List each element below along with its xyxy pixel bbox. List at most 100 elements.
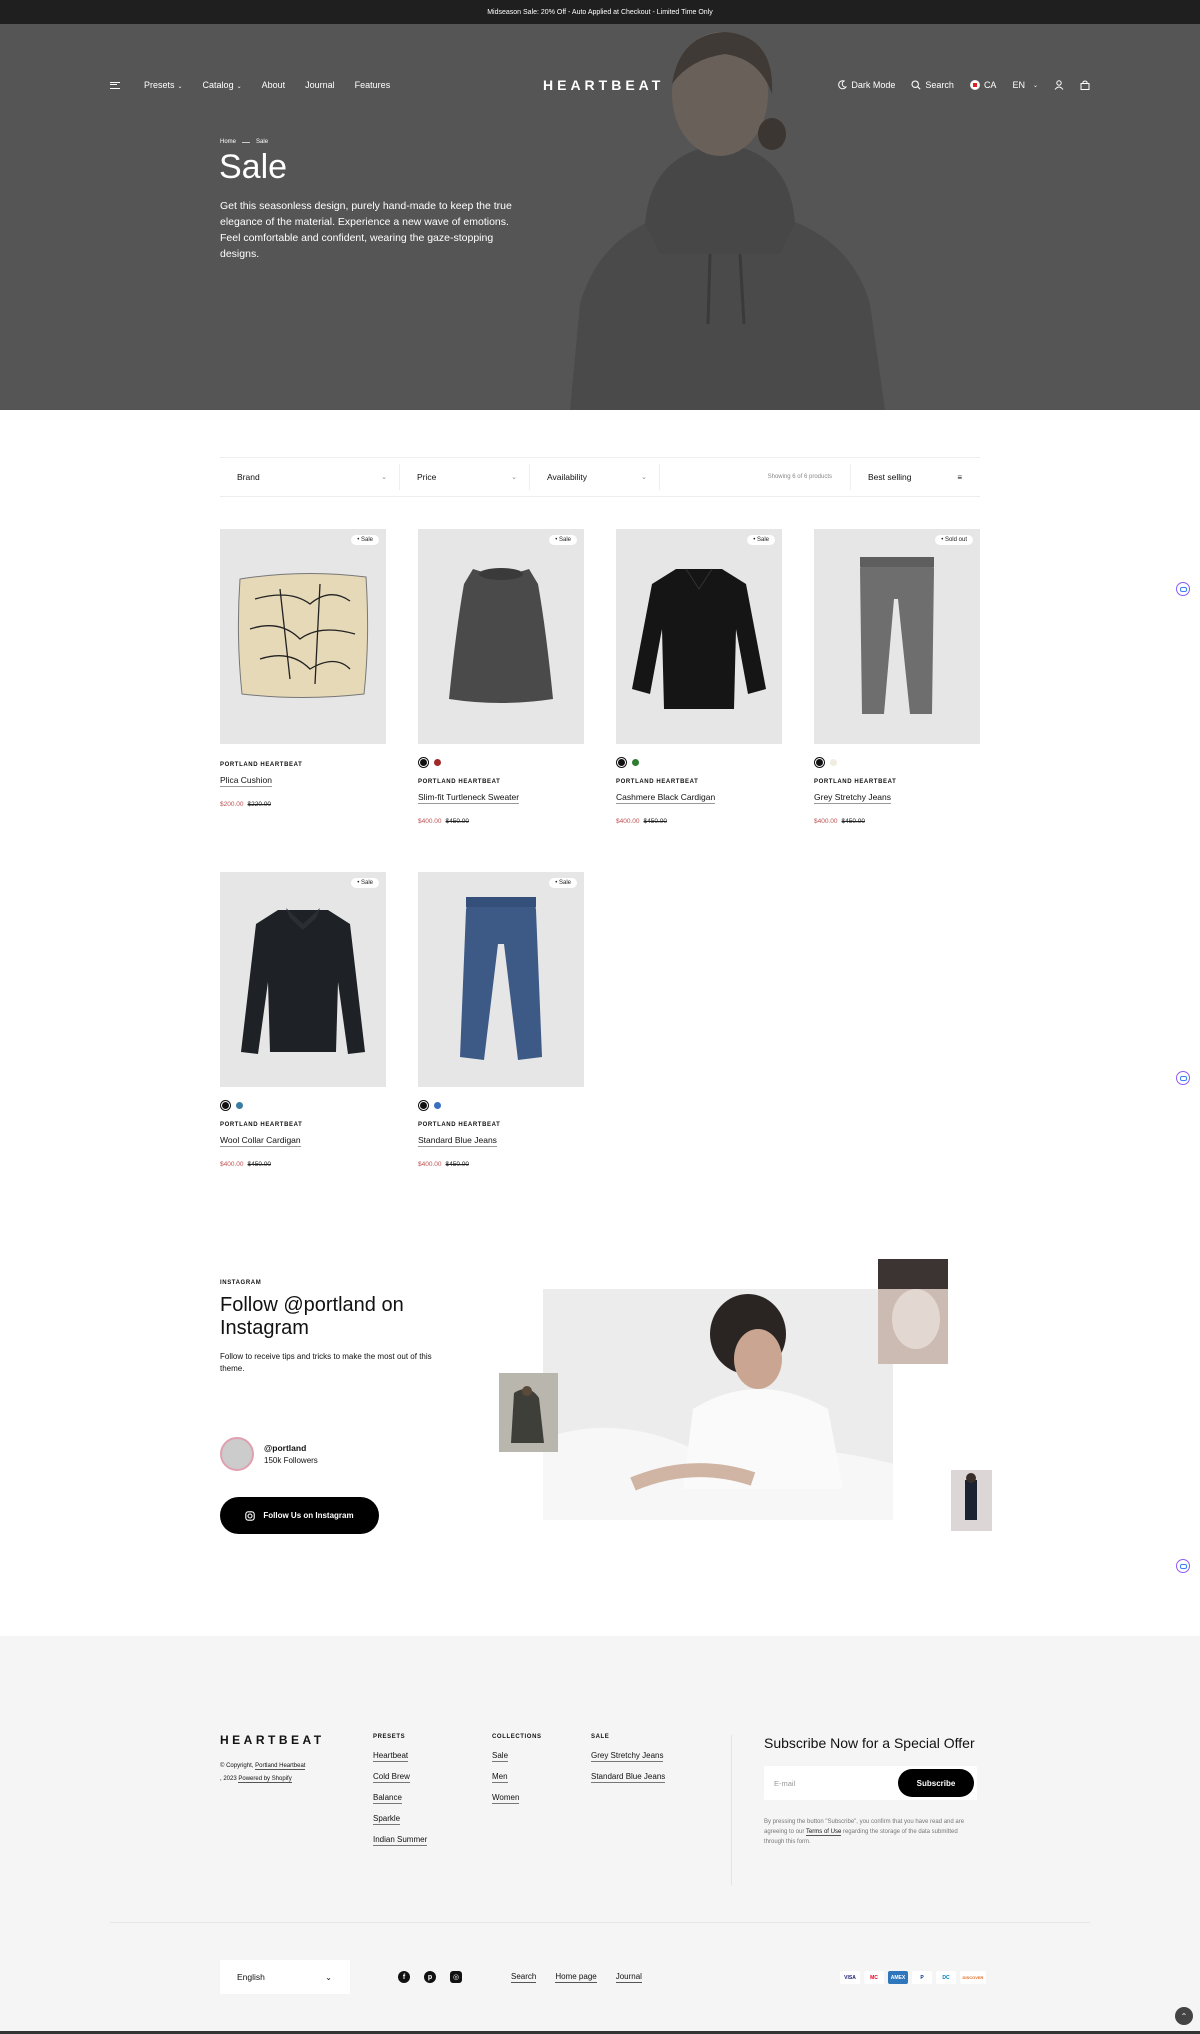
breadcrumb-home[interactable]: Home [220,139,236,145]
hero-banner: Presets ⌄ Catalog ⌄ About Journal Features… [0,24,1200,410]
product-image[interactable]: • Sale [220,529,386,744]
nav-presets[interactable]: Presets ⌄ [144,80,183,90]
powered-by-link[interactable]: Powered by Shopify [238,1776,292,1783]
instagram-profile[interactable]: @portland 150k Followers [220,1437,318,1471]
footer-link[interactable]: Indian Summer [373,1835,428,1846]
product-image[interactable]: • Sale [220,872,386,1087]
color-swatch[interactable] [434,759,441,766]
nav-about[interactable]: About [262,80,286,90]
sold-out-badge: • Sold out [935,535,973,545]
product-title[interactable]: Grey Stretchy Jeans [814,792,892,804]
facebook-icon[interactable]: f [398,1971,410,1983]
product-card[interactable]: • Sale PORTLAND HEARTBEAT Standard Blue … [418,872,584,1168]
mastercard-icon: MC [864,1971,884,1984]
menu-icon[interactable] [110,81,120,89]
product-title[interactable]: Cashmere Black Cardigan [616,792,716,804]
product-image[interactable]: • Sale [418,872,584,1087]
color-swatch-selected[interactable] [220,1100,231,1111]
product-title[interactable]: Wool Collar Cardigan [220,1135,301,1147]
nav-journal[interactable]: Journal [305,80,335,90]
color-swatch[interactable] [236,1102,243,1109]
product-title[interactable]: Plica Cushion [220,775,272,787]
accessibility-widget-icon[interactable] [1176,1559,1190,1573]
color-swatch-selected[interactable] [814,757,825,768]
product-image[interactable]: • Sold out [814,529,980,744]
hero-description: Get this seasonless design, purely hand-… [220,200,512,260]
product-count: Showing 6 of 6 products [767,474,832,480]
subscribe-button[interactable]: Subscribe [898,1769,974,1797]
paypal-icon: P [912,1971,932,1984]
color-swatch-selected[interactable] [418,757,429,768]
instagram-post-bottom-right[interactable] [951,1470,992,1531]
product-price: $200.00 $220.00 [220,801,386,808]
color-swatches [616,757,782,768]
copyright-link[interactable]: Portland Heartbeat [255,1763,306,1770]
dark-mode-toggle[interactable]: Dark Mode [837,80,895,90]
terms-link[interactable]: Terms of Use [805,1829,842,1836]
instagram-post-top-right[interactable] [878,1259,948,1364]
product-image[interactable]: • Sale [616,529,782,744]
accessibility-widget-icon[interactable] [1176,582,1190,596]
sort-select[interactable]: Best selling ≡ [850,464,980,490]
search-button[interactable]: Search [911,80,954,90]
chevron-down-icon: ⌄ [1032,82,1038,89]
footer-link[interactable]: Cold Brew [373,1772,427,1783]
color-swatch[interactable] [830,759,837,766]
site-logo[interactable]: HEARTBEAT [543,77,664,93]
product-card[interactable]: • Sold out PORTLAND HEARTBEAT Grey Stret… [814,529,980,825]
product-image[interactable]: • Sale [418,529,584,744]
footer-link[interactable]: Standard Blue Jeans [591,1772,666,1783]
language-selector[interactable]: EN ⌄ [1012,80,1038,90]
footer-link[interactable]: Heartbeat [373,1751,427,1762]
pinterest-icon[interactable]: p [424,1971,436,1983]
product-card[interactable]: • Sale PORTLAND HEARTBEAT Plica Cushion … [220,529,386,808]
country-selector[interactable]: CA [969,80,996,90]
email-field[interactable]: E-mail [774,1779,795,1788]
compare-price: $450.00 [841,818,866,825]
filter-price[interactable]: Price ⌄ [400,464,530,490]
footer-link[interactable]: Grey Stretchy Jeans [591,1751,665,1762]
footer-link[interactable]: Balance [373,1793,427,1804]
avatar [220,1437,254,1471]
nav-features[interactable]: Features [355,80,391,90]
language-select[interactable]: English ⌄ [220,1960,350,1994]
product-card[interactable]: • Sale PORTLAND HEARTBEAT Slim-fit Turtl… [418,529,584,825]
footer-link-journal[interactable]: Journal [615,1972,642,1983]
nav-catalog[interactable]: Catalog ⌄ [203,80,242,90]
filter-availability[interactable]: Availability ⌄ [530,464,660,490]
instagram-icon[interactable]: ◎ [450,1971,462,1983]
instagram-post-left[interactable] [499,1373,558,1452]
instagram-post-main[interactable] [543,1289,893,1520]
back-to-top-button[interactable]: ⌃ [1175,2007,1193,2025]
footer-link-home[interactable]: Home page [555,1972,597,1983]
footer-link[interactable]: Men [492,1772,542,1783]
color-swatch[interactable] [434,1102,441,1109]
account-icon[interactable] [1054,80,1064,90]
product-title[interactable]: Slim-fit Turtleneck Sweater [418,792,520,804]
footer-link[interactable]: Sparkle [373,1814,427,1825]
color-swatch-selected[interactable] [616,757,627,768]
cart-icon[interactable] [1080,80,1090,90]
product-card[interactable]: • Sale PORTLAND HEARTBEAT Cashmere Black… [616,529,782,825]
color-swatch-selected[interactable] [418,1100,429,1111]
chevron-down-icon: ⌄ [641,474,647,481]
footer-separator [110,1922,1090,1923]
footer-divider [731,1735,732,1885]
color-swatch[interactable] [632,759,639,766]
product-price: $400.00 $450.00 [814,818,980,825]
accessibility-widget-icon[interactable] [1176,1071,1190,1085]
subscribe-form: E-mail Subscribe [764,1766,977,1800]
footer-link-search[interactable]: Search [511,1972,537,1983]
footer-column-sale: SALE Grey Stretchy Jeans Standard Blue J… [591,1734,666,1793]
product-title[interactable]: Standard Blue Jeans [418,1135,497,1147]
blue-jeans-image [460,897,542,1060]
footer-link[interactable]: Women [492,1793,542,1804]
compare-price: $450.00 [247,1161,272,1168]
subscribe-note: By pressing the button "Subscribe", you … [764,1819,965,1845]
product-card[interactable]: • Sale PORTLAND HEARTBEAT Wool Collar Ca… [220,872,386,1168]
footer-logo[interactable]: HEARTBEAT [220,1733,325,1747]
announcement-text: Midseason Sale: 20% Off - Auto Applied a… [487,8,713,16]
follow-instagram-button[interactable]: Follow Us on Instagram [220,1497,379,1534]
footer-link[interactable]: Sale [492,1751,542,1762]
filter-brand[interactable]: Brand ⌄ [220,464,400,490]
